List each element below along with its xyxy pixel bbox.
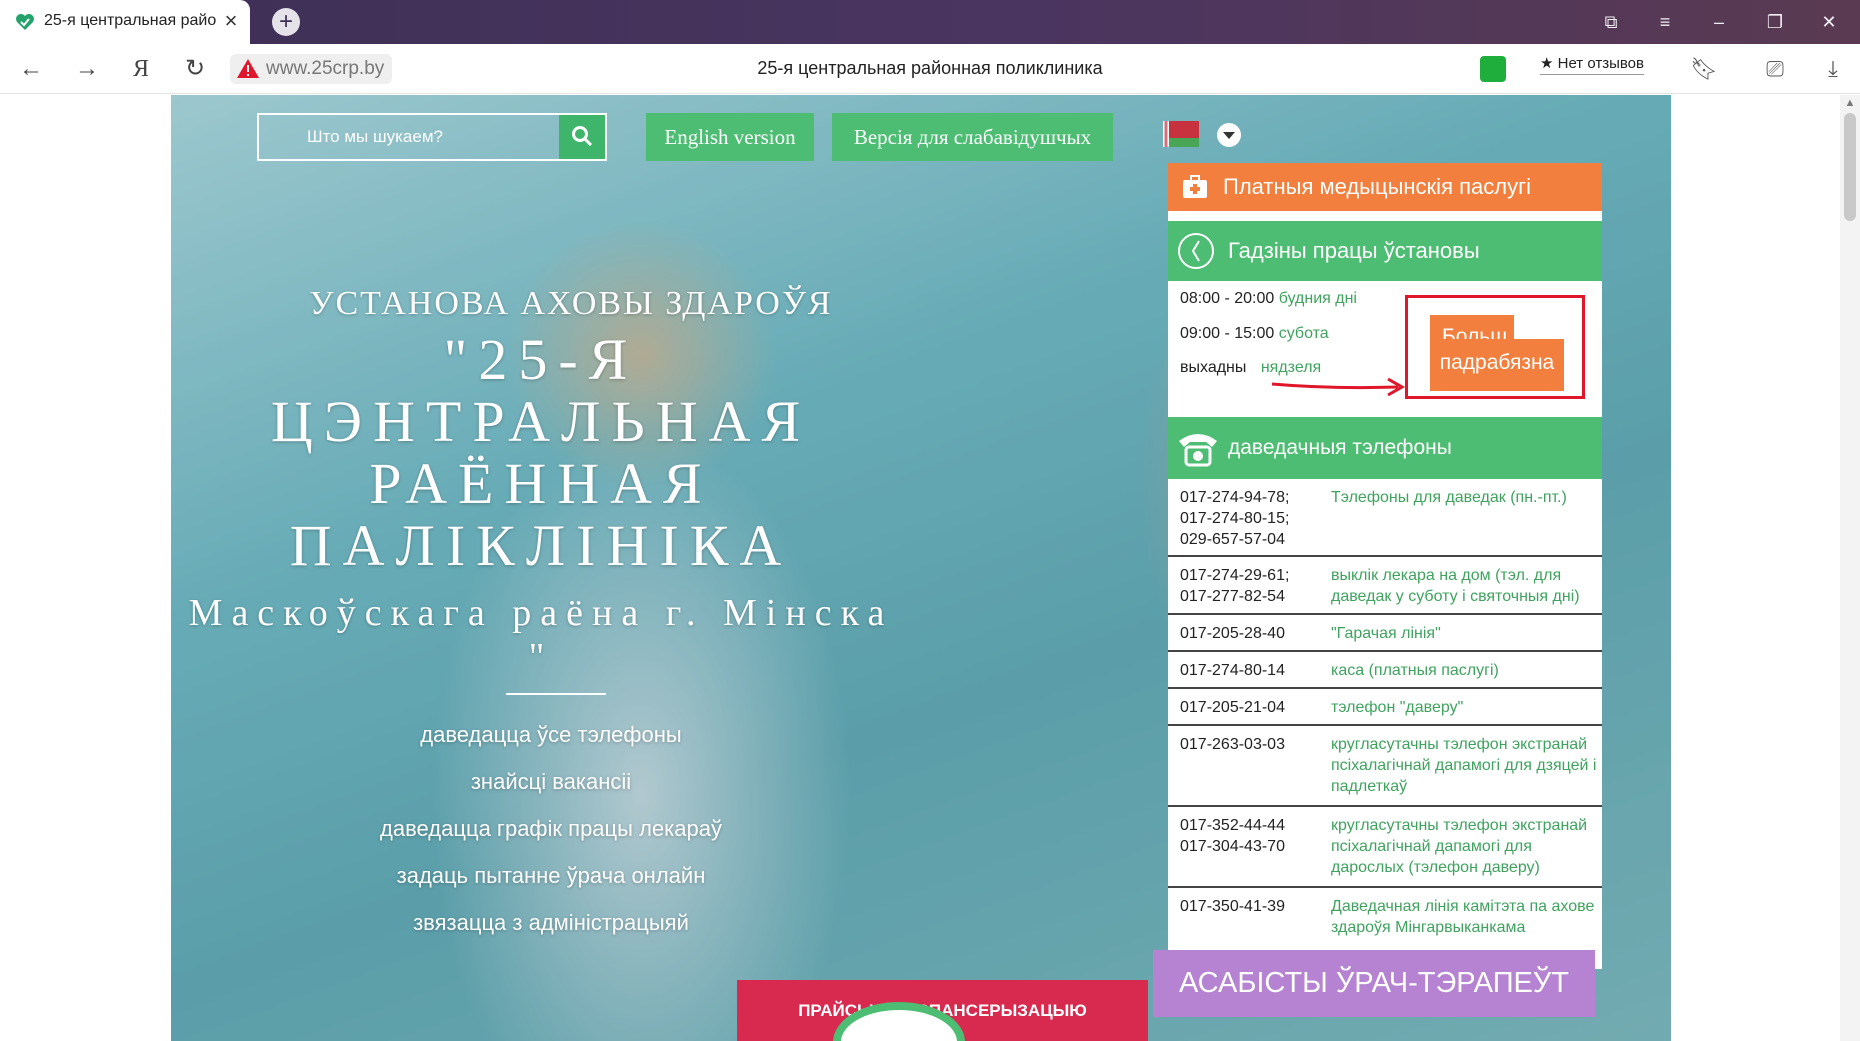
- bookmarks-panel-icon[interactable]: ⧉: [1596, 8, 1626, 36]
- menu-icon[interactable]: ≡: [1650, 8, 1680, 36]
- phone-numbers[interactable]: 017-352-44-44 017-304-43-70: [1180, 815, 1320, 857]
- page-viewport: English version Версія для слабавідушчых…: [0, 95, 1840, 1041]
- phone-numbers[interactable]: 017-205-28-40: [1180, 623, 1320, 644]
- back-arrow-icon[interactable]: ←: [16, 54, 46, 84]
- phone-row: 017-274-94-78; 017-274-80-15; 029-657-57…: [1168, 479, 1602, 557]
- hero-kicker: УСТАНОВА АХОВЫ ЗДАРОЎЯ: [309, 285, 833, 322]
- minimize-button[interactable]: –: [1704, 8, 1734, 36]
- yandex-icon[interactable]: Я: [126, 54, 156, 84]
- phone-numbers[interactable]: 017-263-03-03: [1180, 734, 1320, 755]
- wifi-icon[interactable]: [1480, 56, 1506, 82]
- search-button[interactable]: [559, 115, 605, 159]
- hours-time: выхадны: [1180, 359, 1247, 376]
- phone-description: выклік лекара на дом (тэл. для даведак у…: [1331, 567, 1580, 605]
- phone-numbers[interactable]: 017-274-29-61; 017-277-82-54: [1180, 565, 1320, 607]
- phone-row: 017-274-29-61; 017-277-82-54 выклік лека…: [1168, 557, 1602, 615]
- phone-description: кругласутачны тэлефон экстранай псіхалаг…: [1331, 817, 1588, 876]
- hero-title-line: "25-Я ЦЭНТРАЛЬНАЯ: [270, 327, 812, 454]
- phone-row: 017-350-41-39 Даведачная лінія камітэта …: [1168, 888, 1602, 958]
- tab-title: 25-я центральная райо: [44, 12, 216, 29]
- scroll-up-icon[interactable]: ▲: [1843, 97, 1857, 111]
- translate-icon[interactable]: ⎚: [1762, 56, 1788, 82]
- hero-link-phones[interactable]: даведацца ўсе тэлефоны: [191, 711, 911, 758]
- hours-row: 08:00 - 20:00 будния дні: [1180, 290, 1357, 308]
- search-box: [257, 113, 607, 161]
- download-icon[interactable]: ⤓: [1820, 56, 1846, 82]
- phone-row: 017-274-80-14 каса (платныя паслугі): [1168, 652, 1602, 689]
- scrollbar-thumb[interactable]: [1844, 113, 1856, 221]
- hero-link-vacancies[interactable]: знайсці вакансіі: [191, 758, 911, 805]
- low-vision-version-button[interactable]: Версія для слабавідушчых: [832, 113, 1113, 161]
- phone-description: каса (платныя паслугі): [1331, 662, 1499, 679]
- browser-tab[interactable]: 25-я центральная райо ×: [0, 0, 250, 44]
- working-hours-header: Гадзіны працы ўстановы: [1168, 221, 1602, 281]
- hero-quick-links: даведацца ўсе тэлефоны знайсці вакансіі …: [171, 711, 911, 946]
- reload-icon[interactable]: ↻: [180, 54, 210, 84]
- language-dropdown-toggle[interactable]: [1217, 123, 1241, 147]
- phone-description: кругласутачны тэлефон экстранай псіхалаг…: [1331, 736, 1597, 795]
- phones-header: даведачныя тэлефоны: [1168, 417, 1602, 479]
- hero-link-ask-doctor[interactable]: задаць пытанне ўрача онлайн: [191, 852, 911, 899]
- annotation-arrow-icon: [1271, 377, 1405, 397]
- phone-numbers[interactable]: 017-350-41-39: [1180, 896, 1320, 917]
- forward-arrow-icon[interactable]: →: [72, 54, 102, 84]
- phone-row: 017-263-03-03 кругласутачны тэлефон экст…: [1168, 726, 1602, 807]
- phone-numbers[interactable]: 017-205-21-04: [1180, 697, 1320, 718]
- hero-section: English version Версія для слабавідушчых…: [171, 95, 1671, 1041]
- tab-close-icon[interactable]: ×: [220, 8, 242, 34]
- hours-day: нядзеля: [1260, 359, 1322, 376]
- hours-row: 09:00 - 15:00 субота: [1180, 325, 1329, 343]
- hours-time: 09:00 - 15:00: [1180, 325, 1275, 342]
- page-title: 25-я центральная районная поликлиника: [757, 58, 1103, 78]
- phone-row: 017-205-28-40 "Гарачая лінія": [1168, 615, 1602, 652]
- phones-title: даведачныя тэлефоны: [1228, 436, 1452, 459]
- hero-title-line: РАЁННАЯ: [369, 451, 713, 516]
- paid-services-label: Платныя медыцынскія паслугі: [1223, 174, 1531, 199]
- hours-time: 08:00 - 20:00: [1180, 290, 1275, 307]
- browser-navbar: ← → Я ↻ www.25crp.by 25-я центральная ра…: [0, 44, 1860, 94]
- hero-subtitle: Маскоўскага раёна г. Мінска ": [188, 592, 894, 678]
- english-version-button[interactable]: English version: [646, 113, 814, 161]
- first-aid-kit-icon: [1183, 175, 1207, 198]
- phone-numbers[interactable]: 017-274-94-78; 017-274-80-15; 029-657-57…: [1180, 487, 1320, 550]
- personal-therapist-button[interactable]: АСАБІСТЫ ЎРАЧ-ТЭРАПЕЎТ: [1153, 950, 1595, 1017]
- working-hours-title: Гадзіны працы ўстановы: [1228, 238, 1480, 263]
- warning-icon: [237, 59, 259, 78]
- search-icon: [572, 125, 593, 146]
- browser-titlebar: 25-я центральная райо × + ⧉ ≡ – ❐ ✕: [0, 0, 1860, 44]
- phone-row: 017-205-21-04 тэлефон "даверу": [1168, 689, 1602, 726]
- page-scrollbar[interactable]: ▲: [1840, 95, 1860, 1041]
- paid-services-button[interactable]: Платныя медыцынскія паслугі: [1168, 163, 1602, 211]
- address-bar[interactable]: www.25crp.by: [230, 54, 393, 84]
- phone-description: "Гарачая лінія": [1331, 625, 1441, 642]
- phone-numbers[interactable]: 017-274-80-14: [1180, 660, 1320, 681]
- phone-row: 017-352-44-44 017-304-43-70 кругласутачн…: [1168, 807, 1602, 888]
- hours-day: субота: [1278, 325, 1329, 342]
- telephone-icon: [1179, 434, 1217, 467]
- hero-text-block: УСТАНОВА АХОВЫ ЗДАРОЎЯ "25-Я ЦЭНТРАЛЬНАЯ…: [171, 285, 911, 946]
- chevron-down-icon: [1223, 132, 1235, 139]
- restore-button[interactable]: ❐: [1760, 8, 1790, 36]
- bookmark-icon[interactable]: 🔖︎: [1690, 56, 1718, 82]
- phone-description: Тэлефоны для даведак (пн.-пт.): [1331, 489, 1567, 506]
- hero-link-administration[interactable]: звязацца з адміністрацыяй: [191, 899, 911, 946]
- annotation-highlight-box: [1405, 295, 1585, 399]
- hero-divider: [506, 693, 606, 695]
- new-tab-button[interactable]: +: [272, 8, 300, 36]
- hero-title-line: ПАЛІКЛІНІКА: [289, 513, 793, 578]
- url-text: www.25crp.by: [266, 58, 385, 79]
- phone-description: тэлефон "даверу": [1331, 699, 1464, 716]
- close-window-button[interactable]: ✕: [1814, 8, 1844, 36]
- clock-icon: [1178, 233, 1214, 269]
- hero-link-doctor-schedule[interactable]: даведацца графік працы лекараў: [191, 805, 911, 852]
- hours-day: будния дні: [1278, 290, 1357, 307]
- hero-title: "25-Я ЦЭНТРАЛЬНАЯ РАЁННАЯ ПАЛІКЛІНІКА: [171, 329, 911, 577]
- search-input[interactable]: [259, 115, 559, 159]
- heart-favicon-icon: [16, 14, 34, 30]
- belarus-flag-icon[interactable]: [1163, 121, 1199, 147]
- info-panel: Платныя медыцынскія паслугі Гадзіны прац…: [1168, 163, 1602, 969]
- phone-description: Даведачная лінія камітэта па ахове здаро…: [1331, 898, 1595, 936]
- reviews-link[interactable]: ★ Нет отзывов: [1540, 54, 1644, 75]
